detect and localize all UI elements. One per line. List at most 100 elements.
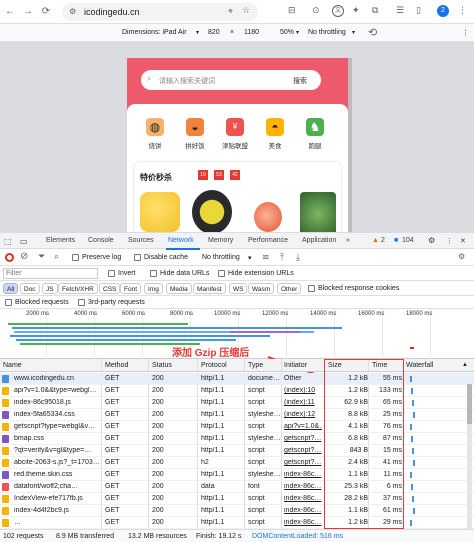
sort-arrow-icon[interactable]: ▲ (462, 362, 468, 368)
type-filter-manifest[interactable]: Manifest (193, 283, 226, 294)
cell-initiator[interactable]: getscript?… (284, 459, 322, 466)
camera-icon[interactable]: ⊙ (312, 5, 320, 16)
profile-avatar[interactable]: 2 (437, 5, 449, 17)
blocked-requests-checkbox[interactable] (5, 299, 12, 306)
back-icon[interactable]: ← (4, 6, 16, 18)
cell-initiator[interactable]: getscript?… (284, 435, 322, 442)
bookmark-star-icon[interactable]: ☆ (242, 5, 250, 16)
search-button[interactable]: 搜索 (293, 76, 307, 86)
search-icon[interactable]: ⌕ (54, 251, 59, 262)
ab-icon[interactable]: ⊟ (288, 5, 296, 16)
device-height[interactable]: 1180 (244, 29, 259, 36)
cell-initiator[interactable]: index-86c… (284, 471, 322, 478)
throttle-select[interactable]: No throttling (308, 29, 346, 36)
device-toggle-icon[interactable]: ▭ (20, 237, 28, 246)
type-filter-img[interactable]: Img (144, 283, 163, 294)
column-initiator[interactable]: Initiator (284, 362, 307, 369)
category-item[interactable]: ◒ 拼好饭 (175, 118, 215, 150)
cell-initiator[interactable]: (index):11 (284, 399, 322, 406)
site-info-icon[interactable]: ⚙ (69, 7, 76, 16)
tab-performance[interactable]: Performance (248, 237, 288, 244)
zoom-select[interactable]: 50% (280, 29, 294, 36)
banana-product-image[interactable] (140, 192, 180, 232)
warning-icon[interactable]: ▲ (372, 237, 379, 244)
peach-product-image[interactable] (254, 202, 282, 232)
puzzle-icon[interactable]: ⧉ (372, 5, 378, 16)
wifi-icon[interactable]: ≋ (262, 252, 270, 263)
reload-icon[interactable]: ⟳ (40, 6, 52, 18)
type-filter-js[interactable]: JS (42, 283, 58, 294)
type-filter-ws[interactable]: WS (229, 283, 248, 294)
menu-kebab-icon[interactable]: ⋮ (458, 5, 467, 16)
type-filter-doc[interactable]: Doc (20, 283, 40, 294)
rotate-icon[interactable]: ⟲ (368, 26, 377, 39)
category-item[interactable]: ◍ 烧饼 (135, 118, 175, 150)
tab-application[interactable]: Application (302, 237, 336, 244)
cell-initiator[interactable]: api?v=1.0&… (284, 423, 322, 430)
preserve-log-checkbox[interactable] (72, 254, 79, 261)
inspect-element-icon[interactable]: ⬚ (4, 237, 12, 246)
tab-console[interactable]: Console (88, 237, 114, 244)
network-throttle-select[interactable]: No throttling (202, 254, 240, 261)
close-icon[interactable]: ✕ (460, 237, 466, 245)
type-filter-fetch-xhr[interactable]: Fetch/XHR (58, 283, 98, 294)
filter-input[interactable]: Filter (3, 268, 98, 279)
cell-initiator[interactable]: index-86c… (284, 495, 322, 502)
cell-initiator[interactable]: index-86c… (284, 483, 322, 490)
category-item[interactable]: ♞ 跑腿 (295, 118, 335, 150)
hide-data-urls-checkbox[interactable] (150, 270, 157, 277)
tab-memory[interactable]: Memory (208, 237, 233, 244)
category-item[interactable]: ◓ 美食 (255, 118, 295, 150)
grape-product-image[interactable] (300, 192, 336, 232)
forward-icon[interactable]: → (22, 6, 34, 18)
more-options-icon[interactable]: ⋮ (462, 29, 469, 37)
type-filter-media[interactable]: Media (166, 283, 192, 294)
sidebar-icon[interactable]: ▯ (416, 5, 421, 16)
translate-icon[interactable]: 文 (332, 5, 344, 17)
type-filter-other[interactable]: Other (277, 283, 302, 294)
type-filter-css[interactable]: CSS (99, 283, 121, 294)
reading-list-icon[interactable]: ☰ (396, 5, 404, 16)
hide-extension-urls-checkbox[interactable] (218, 270, 225, 277)
column-method[interactable]: Method (105, 362, 128, 369)
more-options-icon[interactable]: ⋮ (446, 237, 453, 245)
column-name[interactable]: Name (3, 362, 22, 369)
upload-icon[interactable]: ⤒ (280, 252, 284, 263)
disable-cache-checkbox[interactable] (134, 254, 141, 261)
third-party-checkbox[interactable] (78, 299, 85, 306)
extension-icon[interactable]: ✦ (352, 5, 360, 16)
column-protocol[interactable]: Protocol (201, 362, 227, 369)
cell-initiator[interactable]: (index):12 (284, 411, 322, 418)
column-status[interactable]: Status (152, 362, 172, 369)
column-type[interactable]: Type (248, 362, 263, 369)
record-icon[interactable] (5, 253, 14, 262)
viewport-scrollbar[interactable] (348, 58, 352, 232)
search-box[interactable]: ⌕ 请输入搜索关键词 搜索 (141, 70, 321, 90)
more-tabs-icon[interactable]: » (346, 237, 350, 244)
address-bar[interactable]: ⚙ icodingedu.cn ⌖ ☆ (62, 3, 258, 21)
type-filter-font[interactable]: Font (120, 283, 142, 294)
cell-initiator[interactable]: (index):10 (284, 387, 322, 394)
invert-checkbox[interactable] (108, 270, 115, 277)
location-icon[interactable]: ⌖ (228, 6, 233, 17)
tab-network[interactable]: Network (168, 237, 194, 244)
cell-initiator[interactable]: getscript?… (284, 447, 322, 454)
tab-sources[interactable]: Sources (128, 237, 154, 244)
clear-icon[interactable]: ⊘ (20, 251, 28, 262)
type-filter-wasm[interactable]: Wasm (248, 283, 275, 294)
table-scrollbar-thumb[interactable] (467, 384, 472, 424)
device-dimensions-select[interactable]: Dimensions: iPad Air (122, 29, 187, 36)
cell-initiator[interactable]: index-86c… (284, 507, 322, 514)
cell-initiator[interactable]: Other (284, 375, 322, 382)
tab-elements[interactable]: Elements (46, 237, 75, 244)
column-waterfall[interactable]: Waterfall (406, 362, 433, 369)
device-width[interactable]: 820 (208, 29, 220, 36)
settings-gear-icon[interactable]: ⚙ (428, 236, 435, 245)
blocked-cookies-checkbox[interactable] (308, 285, 315, 292)
fruit-plate-product-image[interactable] (192, 190, 232, 232)
type-filter-all[interactable]: All (3, 283, 19, 294)
network-settings-gear-icon[interactable]: ⚙ (458, 252, 465, 261)
category-item[interactable]: ¥ 津贴联盟 (215, 118, 255, 150)
cell-initiator[interactable]: index-86c… (284, 519, 322, 526)
filter-icon[interactable]: ⏷ (38, 251, 45, 262)
